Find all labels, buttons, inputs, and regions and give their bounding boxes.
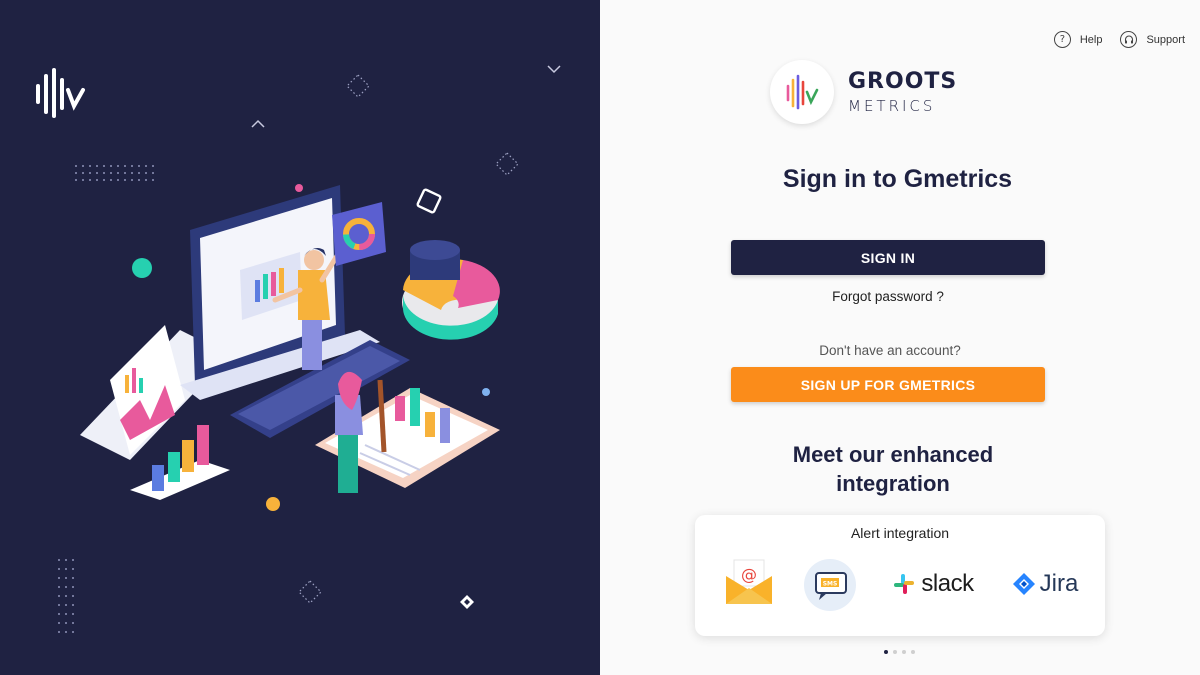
header-links: ? Help Support — [1053, 31, 1185, 48]
headset-icon — [1120, 31, 1138, 48]
signin-panel: ? Help Support GROOTS METRICS Sign in to… — [600, 0, 1200, 675]
chevron-up-deco-icon — [251, 119, 265, 128]
slack-icon — [894, 574, 915, 594]
jira-label: Jira — [1039, 570, 1079, 597]
dotted-diamond-deco-icon — [298, 580, 322, 604]
integration-heading-line1: Meet our enhanced — [792, 442, 994, 467]
integration-heading-line2: integration — [836, 471, 950, 496]
dot-column-deco-icon — [58, 559, 74, 633]
diamond-deco-icon — [460, 595, 474, 609]
email-integration: @ — [723, 558, 775, 606]
page-title: Sign in to Gmetrics — [782, 165, 1013, 193]
logo-text-line2: METRICS — [848, 96, 936, 115]
forgot-password-link[interactable]: Forgot password ? — [731, 289, 1045, 304]
help-link[interactable]: ? Help — [1053, 31, 1103, 48]
chevron-down-deco-icon — [547, 65, 561, 74]
illustration-panel — [0, 0, 600, 675]
alert-integration-card: Alert integration @ SMS slack Jira — [695, 515, 1105, 636]
card-title: Alert integration — [850, 525, 950, 541]
login-page: ? Help Support GROOTS METRICS Sign in to… — [0, 0, 1200, 675]
jira-integration: Jira — [1003, 558, 1087, 610]
sms-integration: SMS — [802, 558, 858, 612]
no-account-text: Don't have an account? — [819, 343, 961, 358]
dotted-diamond-deco-icon — [346, 74, 370, 98]
logo-text-line1: GROOTS — [848, 68, 958, 94]
logo-waveform-icon — [770, 60, 834, 124]
email-icon: @ — [726, 559, 772, 604]
support-label: Support — [1146, 33, 1185, 46]
groots-waveform-logo-icon — [36, 68, 85, 118]
sign-up-button[interactable]: SIGN UP FOR GMETRICS — [731, 367, 1045, 402]
sms-badge-text: SMS — [823, 581, 838, 588]
help-label: Help — [1079, 33, 1103, 46]
carousel-dot[interactable] — [911, 650, 915, 654]
question-circle-icon: ? — [1053, 31, 1071, 48]
sms-icon: SMS — [804, 559, 856, 611]
slack-label: slack — [921, 570, 974, 597]
support-link[interactable]: Support — [1120, 31, 1185, 48]
slack-integration: slack — [885, 558, 981, 610]
carousel-dot[interactable] — [893, 650, 897, 654]
analytics-dashboard-illustration — [80, 185, 500, 500]
jira-icon — [1012, 573, 1035, 595]
groots-metrics-logo: GROOTS METRICS — [770, 60, 957, 124]
carousel-dots — [884, 650, 915, 654]
svg-text:@: @ — [741, 565, 757, 584]
sign-in-button[interactable]: SIGN IN — [731, 240, 1045, 275]
carousel-dot[interactable] — [902, 650, 906, 654]
integration-heading: Meet our enhanced integration — [600, 440, 1186, 498]
carousel-dot[interactable] — [884, 650, 888, 654]
